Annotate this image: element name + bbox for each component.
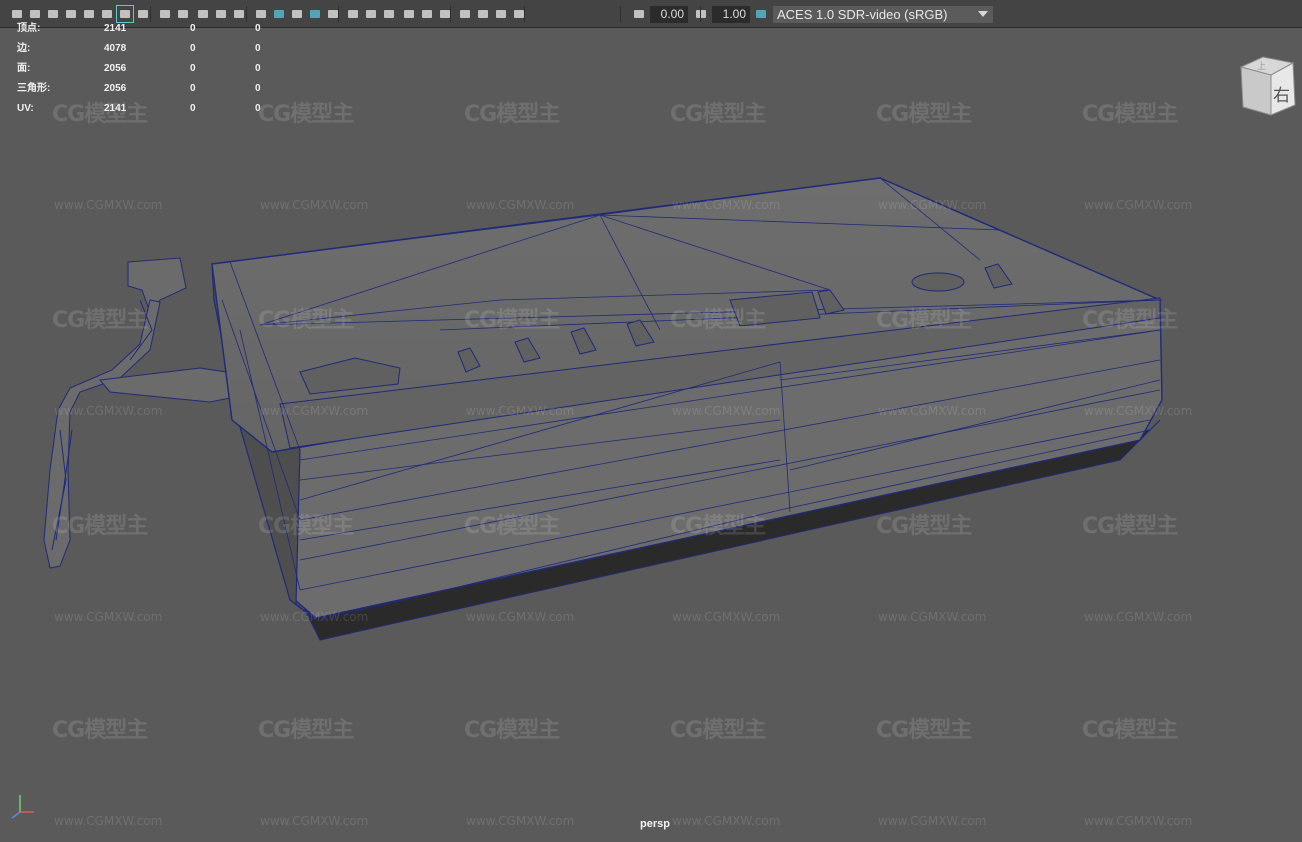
view-cube[interactable]: 上 右	[1233, 53, 1301, 121]
hud-row: UV: 2141 0 0	[0, 102, 270, 116]
camera-name-label: persp	[640, 818, 670, 830]
hud-value: 2056	[104, 83, 127, 94]
hud-value: 2141	[104, 103, 127, 114]
view-cube-top-label: 上	[1257, 61, 1266, 72]
hud-value: 0	[255, 103, 261, 114]
hud-value: 0	[190, 63, 196, 74]
hud-label: UV:	[17, 103, 34, 114]
view-cube-front-label: 右	[1273, 86, 1290, 106]
hud-value: 4078	[104, 43, 127, 54]
hud-label: 三角形:	[17, 83, 51, 94]
hud-value: 0	[255, 63, 261, 74]
hud-label: 边:	[17, 43, 31, 54]
hud-row: 边: 4078 0 0	[0, 42, 270, 56]
hud-value: 0	[190, 23, 196, 34]
hud-row: 顶点: 2141 0 0	[0, 22, 270, 36]
hud-label: 面:	[17, 63, 31, 74]
hud-value: 0	[255, 23, 261, 34]
hud-row: 面: 2056 0 0	[0, 62, 270, 76]
hud-value: 0	[190, 83, 196, 94]
hud-value: 0	[190, 43, 196, 54]
hud-value: 2056	[104, 63, 127, 74]
cable-mesh	[43, 257, 231, 569]
hud-value: 0	[255, 83, 261, 94]
hud-value: 0	[255, 43, 261, 54]
hud-value: 2141	[104, 23, 127, 34]
hud-value: 0	[190, 103, 196, 114]
3d-viewport[interactable]	[0, 0, 1302, 842]
hud-label: 顶点:	[17, 23, 41, 34]
hud-row: 三角形: 2056 0 0	[0, 82, 270, 96]
axis-gizmo	[11, 795, 34, 819]
